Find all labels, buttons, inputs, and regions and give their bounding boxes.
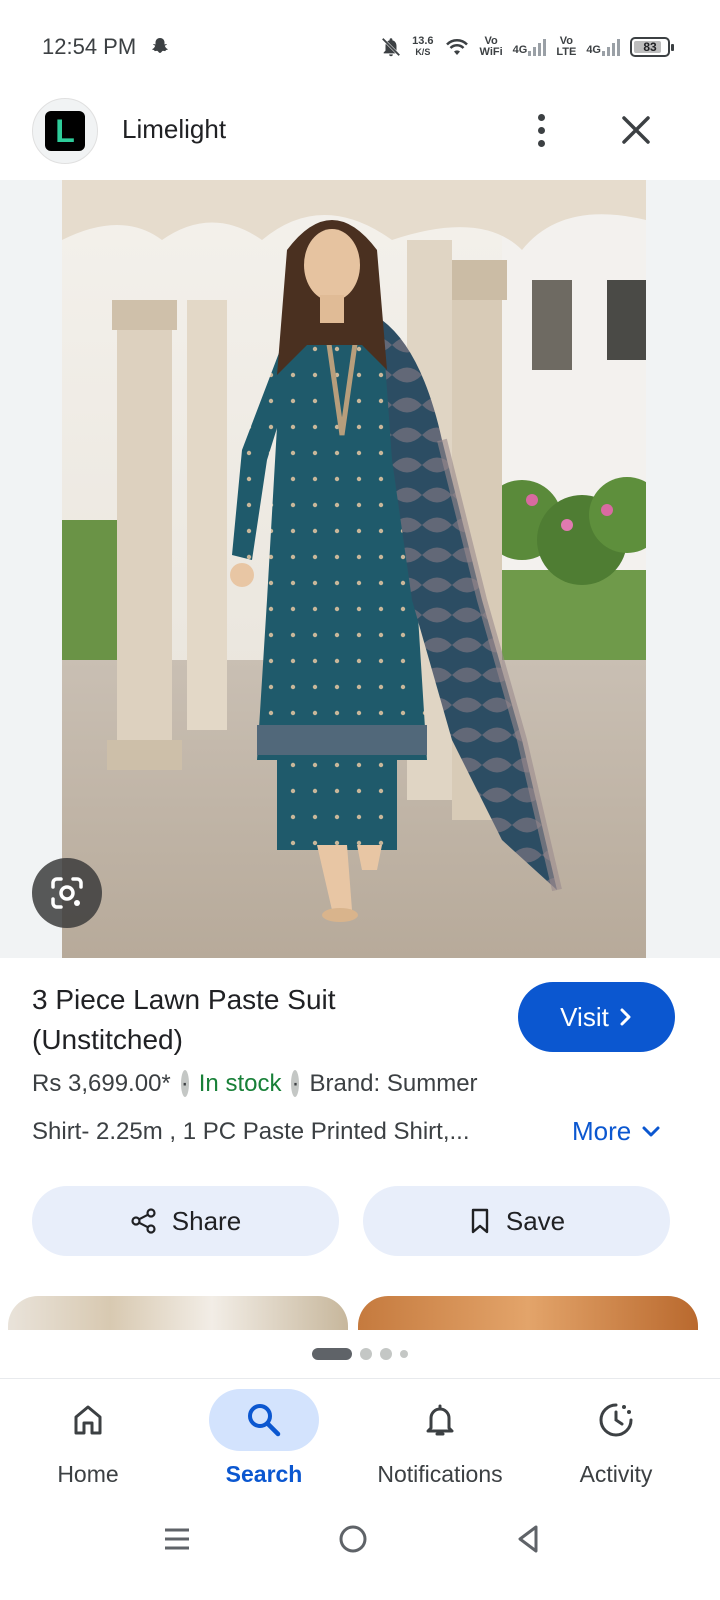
page-dot-active	[312, 1348, 352, 1360]
nav-activity[interactable]: Activity	[531, 1389, 701, 1489]
home-icon	[74, 1405, 102, 1435]
recents-button[interactable]	[152, 1514, 202, 1564]
wifi-icon	[445, 39, 468, 55]
page-dot	[360, 1348, 372, 1360]
related-image[interactable]	[8, 1296, 348, 1330]
vo-wifi-label: Vo WiFi	[479, 35, 503, 58]
nav-label: Home	[57, 1461, 119, 1487]
bell-off-icon	[381, 37, 401, 57]
home-system-button[interactable]	[328, 1514, 378, 1564]
separator: ·	[180, 1070, 189, 1097]
visit-button[interactable]: Visit	[518, 982, 675, 1052]
page-dot	[380, 1348, 392, 1360]
signal-bars-icon	[528, 38, 547, 56]
carousel-indicator	[0, 1348, 720, 1360]
separator: ·	[291, 1070, 300, 1097]
stock-status: In stock	[198, 1070, 282, 1097]
system-navigation	[0, 1500, 720, 1600]
more-options-icon[interactable]	[526, 110, 556, 150]
product-description: Shirt- 2.25m , 1 PC Paste Printed Shirt,…	[32, 1118, 470, 1145]
signal-2: 4G	[586, 38, 620, 56]
nav-notifications[interactable]: Notifications	[355, 1389, 525, 1489]
back-triangle-icon	[518, 1525, 538, 1553]
nav-home[interactable]: Home	[3, 1389, 173, 1489]
menu-icon	[165, 1528, 189, 1550]
more-label: More	[572, 1116, 632, 1146]
activity-icon	[599, 1403, 633, 1437]
page-dot	[400, 1350, 408, 1358]
related-images	[0, 1296, 720, 1330]
bell-icon	[426, 1404, 454, 1436]
product-brand: Brand: Summer	[309, 1070, 478, 1097]
bookmark-icon	[471, 1208, 489, 1234]
close-icon[interactable]	[616, 110, 656, 150]
site-name[interactable]: Limelight	[122, 114, 226, 145]
product-image[interactable]	[62, 180, 646, 958]
chevron-right-icon	[620, 1008, 631, 1026]
signal-bars-icon	[602, 38, 620, 56]
share-button[interactable]: Share	[32, 1186, 339, 1256]
nav-label: Notifications	[377, 1461, 503, 1487]
search-icon	[248, 1404, 281, 1437]
back-button[interactable]	[504, 1514, 554, 1564]
related-image[interactable]	[358, 1296, 698, 1330]
snapchat-icon	[152, 38, 168, 53]
save-button[interactable]: Save	[363, 1186, 670, 1256]
vo-lte-label: Vo LTE	[556, 35, 577, 58]
nav-label: Search	[225, 1461, 303, 1487]
share-label: Share	[171, 1205, 242, 1236]
net-speed: 13.6 K/S	[412, 35, 434, 58]
logo-letter: L	[45, 111, 85, 151]
status-bar: 12:54 PM 13.6 K/S Vo WiFi 4G Vo LTE 4G 8…	[0, 0, 720, 96]
image-viewer	[0, 180, 720, 958]
chevron-down-icon	[642, 1126, 660, 1136]
signal-1: 4G	[513, 38, 547, 56]
status-time: 12:54 PM	[42, 34, 137, 59]
google-lens-button[interactable]	[32, 858, 102, 928]
save-label: Save	[505, 1205, 566, 1236]
visit-label: Visit	[560, 1001, 609, 1032]
source-header: L Limelight	[0, 96, 720, 180]
lens-icon	[51, 877, 83, 909]
nav-label: Activity	[579, 1461, 653, 1487]
more-button[interactable]: More	[572, 1116, 661, 1147]
nav-search[interactable]: Search	[179, 1389, 349, 1489]
product-meta: Rs 3,699.00* · In stock · Brand: Summer	[32, 1070, 478, 1098]
product-price: Rs 3,699.00*	[32, 1070, 171, 1097]
share-icon	[131, 1208, 156, 1234]
battery-icon: 83	[630, 37, 674, 57]
circle-icon	[339, 1525, 367, 1553]
status-icons: 13.6 K/S Vo WiFi 4G Vo LTE 4G 83	[380, 30, 674, 64]
product-title: 3 Piece Lawn Paste Suit (Unstitched)	[32, 984, 336, 1055]
site-logo[interactable]: L	[32, 98, 98, 164]
bottom-navigation: Home Search Notifications Activity	[0, 1378, 720, 1500]
product-photo	[62, 180, 646, 958]
